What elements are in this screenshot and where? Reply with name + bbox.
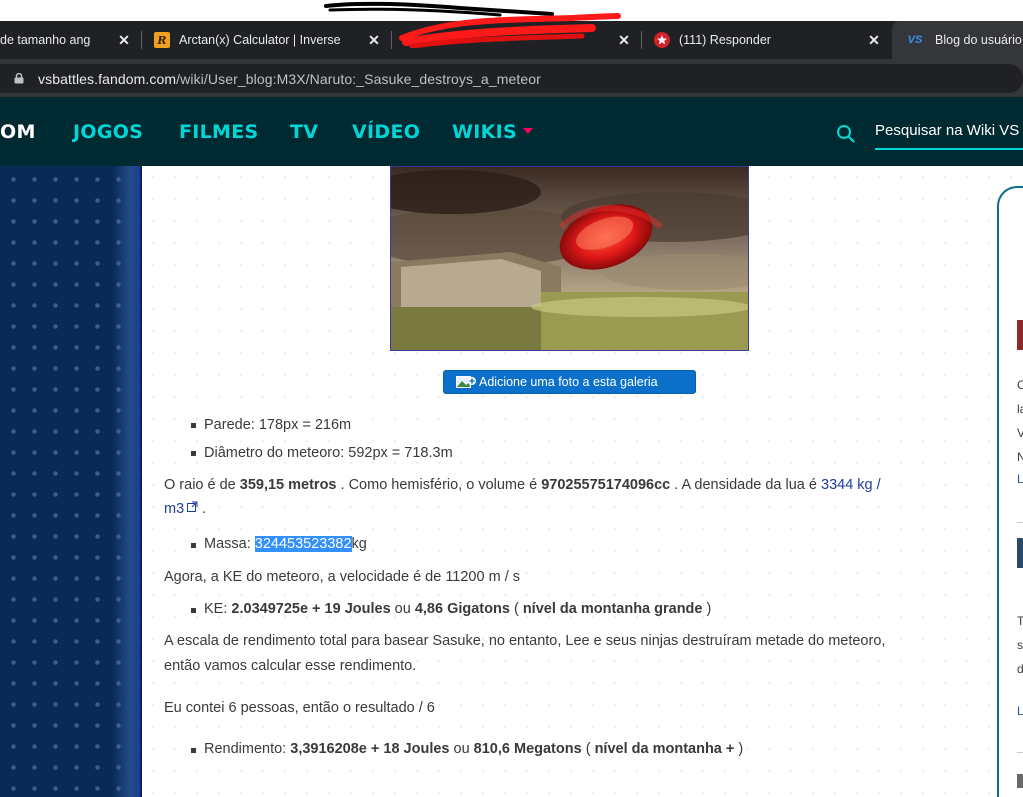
density-link-continued[interactable]: m3: [164, 501, 184, 517]
rail-link-fragment[interactable]: L: [1017, 472, 1023, 486]
close-icon[interactable]: ✕: [116, 32, 132, 48]
tab-size-angle[interactable]: de tamanho ang ✕: [0, 21, 140, 59]
nav-tv[interactable]: TV: [290, 121, 318, 143]
rail-divider: [1017, 752, 1023, 753]
url-path: /wiki/User_blog:M3X/Naruto:_Sasuke_destr…: [176, 71, 541, 87]
fandom-logo[interactable]: OM: [0, 121, 36, 143]
tab-title: Blog do usuário: [935, 33, 1022, 47]
text-run: ou: [390, 601, 415, 617]
add-photo-button[interactable]: Adicione uma foto a esta galeria: [443, 370, 696, 394]
rail-divider: [1017, 522, 1023, 523]
bullet-marker: [191, 543, 196, 548]
radius-value: 359,15 metros: [239, 477, 337, 493]
nav-filmes[interactable]: FILMES: [179, 121, 259, 143]
url-host: vsbattles.fandom.com: [38, 71, 177, 87]
address-bar[interactable]: vsbattles.fandom.com/wiki/User_blog:M3X/…: [0, 64, 1023, 93]
rail-link-fragment[interactable]: L: [1017, 704, 1023, 718]
density-link[interactable]: 3344 kg /: [821, 477, 881, 493]
search-input[interactable]: Pesquisar na Wiki VS: [875, 122, 1019, 139]
rail-thumbnail[interactable]: [1017, 538, 1023, 568]
ke-label: KE:: [204, 601, 232, 617]
vs-battles-favicon-icon: VS: [907, 34, 923, 46]
close-icon[interactable]: ✕: [866, 32, 882, 48]
nav-wikis[interactable]: WIKIS: [452, 121, 534, 143]
lock-icon[interactable]: [14, 73, 24, 84]
add-photo-label: Adicione uma foto a esta galeria: [479, 375, 658, 389]
paragraph-radius-cont: m3 .: [164, 500, 206, 519]
rail-thumbnail[interactable]: [1017, 320, 1023, 350]
paragraph-scale-line-2: então vamos calcular esse rendimento.: [164, 658, 417, 674]
text-run: ): [734, 741, 744, 757]
text-run: (: [581, 741, 595, 757]
text-run: .: [198, 501, 207, 517]
ke-gigatons: 4,86 Gigatons: [414, 601, 510, 617]
text-run: (: [509, 601, 523, 617]
close-icon[interactable]: ✕: [366, 32, 382, 48]
mass-value-selected[interactable]: 324453523382: [254, 536, 352, 552]
paragraph-scale-line-1: A escala de rendimento total para basear…: [164, 633, 886, 649]
browser-toolbar: vsbattles.fandom.com/wiki/User_blog:M3X/…: [0, 59, 1023, 97]
add-image-icon: [456, 376, 476, 388]
rail-text-fragment: C: [1017, 378, 1023, 392]
rail-text-fragment: d: [1017, 662, 1023, 676]
bullet-marker: [191, 608, 196, 613]
meteor-illustration: [391, 167, 748, 350]
tab-vs-battles-blog[interactable]: VS Blog do usuário: [892, 21, 1023, 59]
rail-text-fragment: T: [1017, 614, 1023, 628]
rail-text-fragment: V: [1017, 426, 1023, 440]
text-run: . A densidade da lua é: [670, 477, 821, 493]
yield-label: Rendimento:: [204, 741, 291, 757]
text-run: ou: [449, 741, 474, 757]
nav-video[interactable]: VÍDEO: [352, 121, 420, 143]
text-run: ): [702, 601, 712, 617]
redaction-scribble-tab: [399, 13, 621, 48]
tab-title: Arctan(x) Calculator | Inverse: [179, 33, 341, 47]
rail-thumbnail[interactable]: [1017, 774, 1023, 788]
text-run: O raio é de: [164, 477, 240, 493]
bullet-marker: [191, 451, 196, 456]
tab-title: (111) Responder: [679, 33, 771, 47]
search-icon[interactable]: [836, 124, 855, 143]
list-item-diameter: Diâmetro do meteoro: 592px = 718.3m: [204, 445, 453, 461]
calculator-r-favicon-icon: R: [154, 32, 170, 48]
bullet-marker: [191, 423, 196, 428]
ke-tier: nível da montanha grande: [522, 601, 703, 617]
text-run: . Como hemisfério, o volume é: [336, 477, 542, 493]
search-underline: [875, 148, 1023, 150]
external-link-icon[interactable]: [187, 501, 198, 512]
gallery-image-meteor[interactable]: [390, 166, 749, 351]
red-star-favicon-icon: [654, 32, 670, 48]
list-item-yield: Rendimento: 3,3916208e + 18 Joules ou 81…: [204, 740, 743, 759]
list-item-wall: Parede: 178px = 216m: [204, 417, 352, 433]
paragraph-velocity: Agora, a KE do meteoro, a velocidade é d…: [164, 569, 521, 585]
rail-text-fragment: la: [1017, 402, 1023, 416]
tab-responder[interactable]: (111) Responder ✕: [642, 21, 890, 59]
nav-jogos[interactable]: JOGOS: [73, 121, 143, 143]
mass-unit: kg: [351, 536, 367, 552]
wiki-background: [0, 166, 142, 797]
fandom-global-nav: OM JOGOS FILMES TV VÍDEO WIKIS: [0, 97, 1023, 166]
bullet-marker: [191, 748, 196, 753]
yield-megatons: 810,6 Megatons: [473, 741, 582, 757]
url-text[interactable]: vsbattles.fandom.com/wiki/User_blog:M3X/…: [38, 71, 541, 87]
tab-arctan-calculator[interactable]: R Arctan(x) Calculator | Inverse ✕: [142, 21, 390, 59]
yield-tier: nível da montanha +: [594, 741, 735, 757]
mass-label: Massa:: [204, 536, 255, 552]
paragraph-people: Eu contei 6 pessoas, então o resultado /…: [164, 700, 435, 716]
nav-wikis-label: WIKIS: [452, 121, 518, 143]
chevron-down-icon: [523, 128, 534, 134]
yield-joules: 3,3916208e + 18 Joules: [290, 741, 450, 757]
ke-joules: 2.0349725e + 19 Joules: [231, 601, 391, 617]
rail-text-fragment: s: [1017, 638, 1023, 652]
paragraph-radius: O raio é de 359,15 metros . Como hemisfé…: [164, 476, 881, 495]
list-item-mass: Massa: 324453523382kg: [204, 535, 367, 554]
volume-value: 97025575174096cc: [541, 477, 671, 493]
rail-text-fragment: N: [1017, 450, 1023, 464]
list-item-ke: KE: 2.0349725e + 19 Joules ou 4,86 Gigat…: [204, 600, 711, 619]
